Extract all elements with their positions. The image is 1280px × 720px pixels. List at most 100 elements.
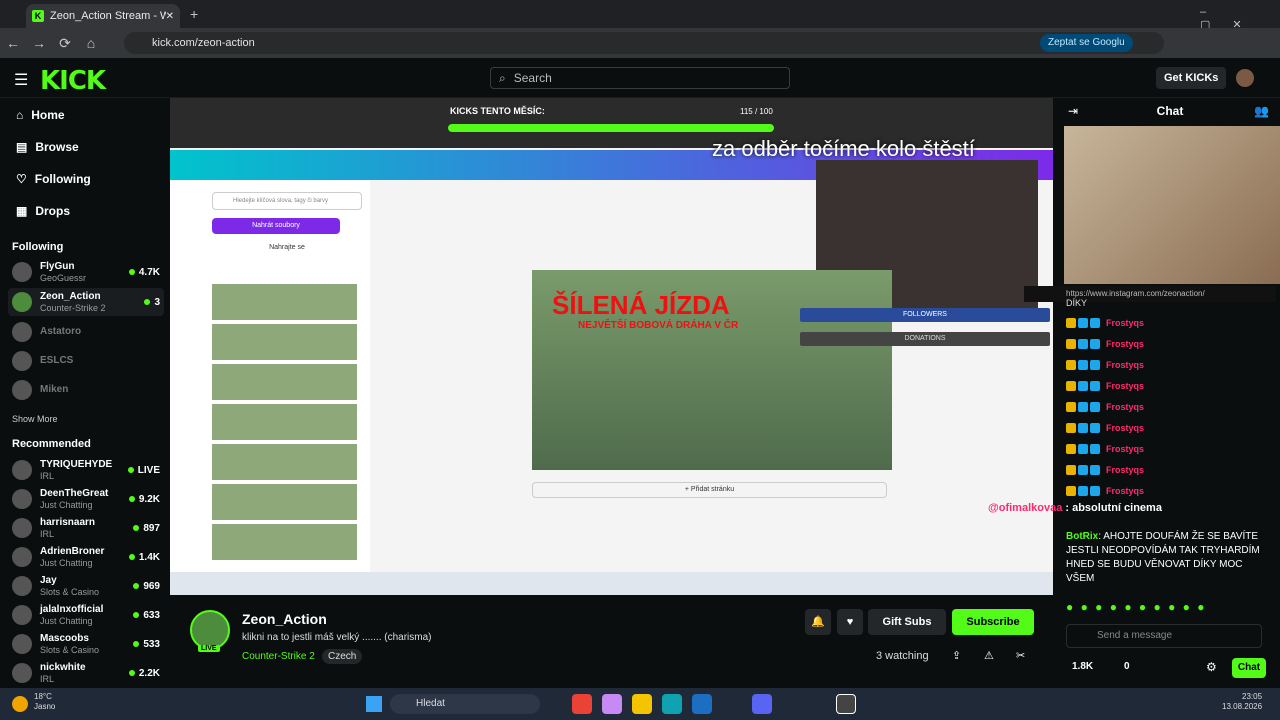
url-field[interactable]: kick.com/zeon-action [124, 32, 1164, 54]
overlay-chat-text: absolutní cinema [1072, 502, 1162, 514]
overlay-chat-user: @ofimalkovaa [988, 502, 1063, 514]
overlay-text: za odběr točíme kolo štěstí [712, 136, 975, 161]
search-placeholder: Search [513, 71, 552, 85]
channel-name: jalalnxofficial [40, 603, 104, 615]
chat-title: Chat [1156, 104, 1184, 118]
following-channel[interactable]: Miken [8, 376, 164, 404]
avatar [12, 634, 32, 654]
channel-name: TYRIQUEHYDE [40, 458, 113, 470]
reload-icon[interactable]: ⟳ [52, 35, 78, 52]
channel-name: nickwhite [40, 661, 86, 673]
chat-username[interactable]: Frostyqs [1106, 318, 1144, 328]
edge-icon[interactable] [662, 694, 682, 714]
show-more-link[interactable]: Show More [12, 414, 58, 424]
gift-subs-button[interactable]: Gift Subs [868, 609, 946, 635]
nav-home[interactable]: ⌂ Home [16, 108, 65, 122]
viewer-count: 9.2K [129, 494, 164, 505]
explorer-icon[interactable] [632, 694, 652, 714]
kicks-progress-value: 115 / 100 [740, 107, 773, 116]
taskbar-search[interactable]: Hledat [390, 694, 540, 714]
following-channel[interactable]: ESLCS [8, 347, 164, 375]
nav-following[interactable]: ♡ Following [16, 172, 91, 186]
watching-count: 3 watching [876, 650, 929, 662]
following-channel[interactable]: Zeon_Action Counter-Strike 2 3 [8, 288, 164, 316]
chat-username[interactable]: Frostyqs [1106, 360, 1144, 370]
forward-icon[interactable]: → [26, 35, 52, 51]
new-tab-icon[interactable]: + [190, 6, 198, 22]
copilot-icon[interactable] [602, 694, 622, 714]
stream-category[interactable]: Counter-Strike 2 [242, 651, 315, 662]
avatar [12, 576, 32, 596]
discord-icon[interactable] [752, 694, 772, 714]
avatar [12, 460, 32, 480]
back-icon[interactable]: ← [0, 35, 26, 51]
viewer-count: 897 [133, 523, 164, 534]
recommended-channel[interactable]: TYRIQUEHYDE IRL LIVE [8, 456, 164, 484]
home-icon[interactable]: ⌂ [78, 35, 104, 51]
chat-username[interactable]: Frostyqs [1106, 402, 1144, 412]
ask-google-button[interactable]: Zeptat se Googlu [1040, 34, 1133, 52]
nav-label: Following [34, 172, 91, 186]
weather-icon[interactable] [12, 696, 28, 712]
channel-name: FlyGun [40, 260, 75, 272]
recommended-channel[interactable]: nickwhite IRL 2.2K [8, 659, 164, 687]
nav-browse[interactable]: ▤ Browse [16, 140, 79, 154]
nav-drops[interactable]: ▦ Drops [16, 204, 70, 218]
channel-name: DeenTheGreat [40, 487, 109, 499]
store-icon[interactable] [692, 694, 712, 714]
bell-icon[interactable]: 🔔 [805, 609, 831, 635]
share-icon[interactable]: ⇪ [952, 649, 961, 662]
drops-icon: ▦ [16, 204, 28, 218]
avatar [12, 663, 32, 683]
weather-widget[interactable]: 18°C Jasno [34, 692, 55, 712]
chat-username[interactable]: Frostyqs [1106, 465, 1144, 475]
recommended-channel[interactable]: jalalnxofficial Just Chatting 633 [8, 601, 164, 629]
video-player[interactable]: KICKS TENTO MĚSÍC: 115 / 100 za odběr to… [170, 98, 1053, 595]
following-channel[interactable]: FlyGun GeoGuessr 4.7K [8, 258, 164, 286]
upload-button: Nahrát soubory [212, 218, 340, 234]
chat-username[interactable]: Frostyqs [1106, 423, 1144, 433]
start-icon[interactable] [366, 696, 382, 712]
search-input[interactable]: ⌕ Search [490, 67, 790, 89]
clip-icon[interactable]: ✂ [1016, 649, 1025, 662]
chat-username[interactable]: Frostyqs [1106, 339, 1144, 349]
chrome-icon[interactable] [572, 694, 592, 714]
recommended-channel[interactable]: Jay Slots & Casino 969 [8, 572, 164, 600]
viewer-count: 1.4K [129, 552, 164, 563]
close-tab-icon[interactable]: ✕ [166, 11, 174, 22]
recommended-channel[interactable]: harrisnaarn IRL 897 [8, 514, 164, 542]
bot-username[interactable]: BotRix [1066, 531, 1098, 542]
channel-name: Zeon_Action [40, 290, 101, 302]
channel-category: Just Chatting [40, 499, 93, 510]
streamer-avatar[interactable] [190, 610, 230, 650]
chat-username[interactable]: Frostyqs [1106, 486, 1144, 496]
viewer-count: 533 [133, 639, 164, 650]
chat-users-icon[interactable]: 👥 [1254, 104, 1269, 118]
kick-logo[interactable]: KICK [40, 66, 106, 96]
avatar [12, 292, 32, 312]
get-kicks-button[interactable]: Get KICKs [1156, 67, 1227, 89]
language-tag[interactable]: Czech [322, 649, 363, 664]
viewer-count: 969 [133, 581, 164, 592]
menu-icon[interactable]: ☰ [14, 70, 28, 90]
recommended-channel[interactable]: AdrienBroner Just Chatting 1.4K [8, 543, 164, 571]
kicks-month-label: KICKS TENTO MĚSÍC: [450, 106, 545, 116]
recommended-channel[interactable]: DeenTheGreat Just Chatting 9.2K [8, 485, 164, 513]
chat-message: Frostyqs [1066, 465, 1144, 475]
chat-username[interactable]: Frostyqs [1106, 444, 1144, 454]
chat-input[interactable]: Send a message [1066, 624, 1262, 648]
following-channel[interactable]: Astatoro [8, 318, 164, 346]
subscribe-button[interactable]: Subscribe [952, 609, 1034, 635]
report-icon[interactable]: ⚠ [984, 649, 994, 662]
gear-icon[interactable]: ⚙ [1206, 660, 1217, 674]
chat-username[interactable]: Frostyqs [1106, 381, 1144, 391]
browser-tab[interactable]: K Zeon_Action Stream - Watch Li... ✕ [26, 4, 180, 28]
obs-icon[interactable] [836, 694, 856, 714]
heart-icon[interactable]: ♥ [837, 609, 863, 635]
chat-send-button[interactable]: Chat [1232, 658, 1266, 678]
sidebar: ⌂ Home ▤ Browse ♡ Following ▦ Drops Followin… [0, 98, 170, 688]
recommended-channel[interactable]: Mascoobs Slots & Casino 533 [8, 630, 164, 658]
system-clock[interactable]: 23:05 13.08.2026 [1222, 692, 1262, 712]
user-avatar[interactable] [1236, 69, 1254, 87]
streamer-name[interactable]: Zeon_Action [242, 611, 327, 627]
